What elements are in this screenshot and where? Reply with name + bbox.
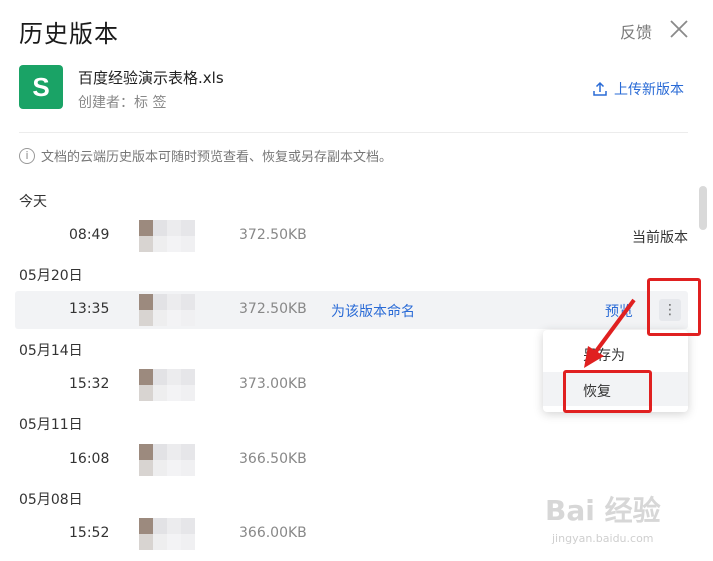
file-icon-letter: S [32, 71, 50, 102]
rename-version-link[interactable]: 为该版本命名 [331, 301, 415, 321]
annotation-box [563, 370, 652, 413]
upload-new-version-button[interactable]: 上传新版本 [592, 79, 684, 99]
date-group-label: 05月11日 [19, 417, 83, 433]
version-time: 15:52 [69, 525, 110, 541]
date-group-label: 05月08日 [19, 492, 83, 508]
feedback-link[interactable]: 反馈 [620, 19, 652, 43]
watermark-url: jingyan.baidu.com [552, 532, 654, 545]
date-group-label: 05月20日 [19, 268, 83, 284]
avatar [137, 369, 197, 401]
version-size: 372.50KB [239, 227, 307, 243]
version-row[interactable]: 16:08 366.50KB [15, 441, 688, 479]
page-title: 历史版本 [19, 20, 119, 48]
file-creator: 创建者：标 签 [78, 95, 167, 111]
annotation-box [647, 278, 701, 336]
close-icon[interactable] [668, 18, 690, 40]
avatar [137, 444, 197, 476]
upload-label: 上传新版本 [614, 82, 684, 98]
version-size: 372.50KB [239, 301, 307, 317]
info-text: 文档的云端历史版本可随时预览查看、恢复或另存副本文档。 [41, 150, 393, 165]
file-name: 百度经验演示表格.xls [78, 69, 224, 87]
avatar [137, 220, 197, 252]
version-time: 08:49 [69, 227, 110, 243]
version-size: 366.00KB [239, 525, 307, 541]
spreadsheet-file-icon: S [19, 65, 63, 109]
divider [19, 132, 688, 133]
upload-icon [593, 81, 607, 96]
avatar [137, 518, 197, 550]
date-group-label: 05月14日 [19, 343, 83, 359]
version-time: 16:08 [69, 451, 110, 467]
info-icon: i [19, 147, 35, 164]
annotation-arrow-icon [584, 298, 636, 368]
version-time: 13:35 [69, 301, 110, 317]
version-size: 373.00KB [239, 376, 307, 392]
version-time: 15:32 [69, 376, 110, 392]
date-group-label: 今天 [19, 194, 47, 210]
info-notice: i 文档的云端历史版本可随时预览查看、恢复或另存副本文档。 [19, 146, 392, 165]
watermark-logo: Bai 经验 [545, 494, 661, 527]
avatar [137, 294, 197, 326]
version-size: 366.50KB [239, 451, 307, 467]
version-row[interactable]: 08:49 372.50KB 当前版本 [15, 217, 688, 255]
scrollbar[interactable] [699, 186, 707, 230]
current-version-label: 当前版本 [632, 230, 688, 246]
